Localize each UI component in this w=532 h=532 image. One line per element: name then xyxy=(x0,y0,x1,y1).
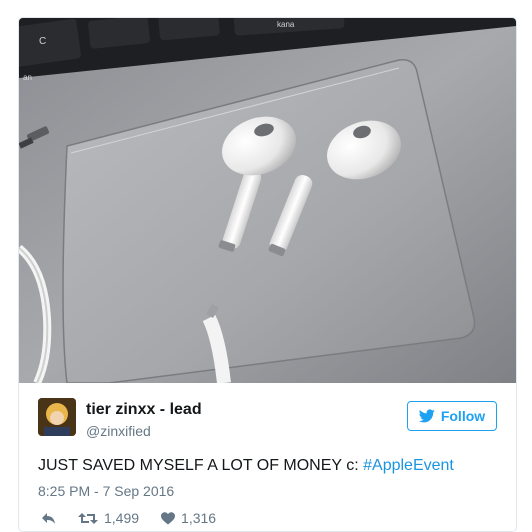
hashtag-link[interactable]: #AppleEvent xyxy=(363,457,454,474)
svg-text:an: an xyxy=(23,73,32,82)
follow-label: Follow xyxy=(440,408,486,424)
tweet-text-main: JUST SAVED MYSELF A LOT OF MONEY c: xyxy=(38,457,364,474)
avatar[interactable] xyxy=(38,398,76,436)
heart-icon xyxy=(161,511,176,524)
svg-text:kana: kana xyxy=(277,20,295,29)
twitter-bird-icon xyxy=(418,409,435,423)
like-button[interactable]: 1,316 xyxy=(161,510,216,526)
svg-text:C: C xyxy=(39,36,46,47)
tweet-photo[interactable]: C kana an xyxy=(19,18,516,383)
like-count: 1,316 xyxy=(181,510,217,526)
author-name[interactable]: tier zinxx - lead xyxy=(86,401,202,419)
reply-button[interactable] xyxy=(41,512,56,525)
tweet-card: C kana an tier zinxx - lead @zinxified F… xyxy=(18,17,517,532)
retweet-icon xyxy=(78,512,98,524)
retweet-count: 1,499 xyxy=(104,510,140,526)
tweet-actions: 1,499 1,316 xyxy=(41,510,238,526)
retweet-button[interactable]: 1,499 xyxy=(78,510,139,526)
author-handle[interactable]: @zinxified xyxy=(86,423,151,439)
tweet-timestamp[interactable]: 8:25 PM - 7 Sep 2016 xyxy=(38,483,174,499)
follow-button[interactable]: Follow xyxy=(407,401,497,431)
tweet-text: JUST SAVED MYSELF A LOT OF MONEY c: #App… xyxy=(38,457,454,475)
reply-icon xyxy=(42,512,55,524)
